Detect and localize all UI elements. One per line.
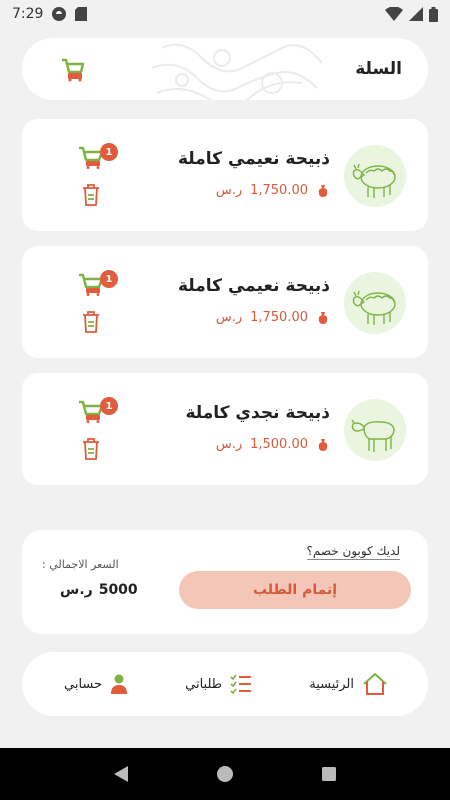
sd-card-icon (75, 7, 88, 21)
coupon-link[interactable]: لديك كوبون خصم؟ (306, 544, 400, 560)
nav-account-label: حسابي (64, 676, 103, 692)
page-title: السلة (355, 59, 402, 79)
item-price-row: ر.س 1,500.00 (216, 437, 330, 452)
total-price: ر.س 5000 (60, 582, 138, 598)
total-currency: ر.س (60, 582, 93, 598)
trash-icon[interactable] (80, 437, 102, 461)
home-system-button[interactable] (216, 765, 234, 783)
item-currency: ر.س (215, 310, 243, 325)
nav-home-label: الرئيسية (309, 676, 354, 692)
sheep-image (344, 145, 406, 207)
status-left: 7:29 (12, 6, 88, 22)
quantity-badge: 1 (100, 270, 118, 288)
home-icon (363, 673, 387, 695)
cart-icon[interactable] (60, 56, 86, 82)
item-name: ذبيحة نجدي كاملة (185, 403, 330, 423)
clock: 7:29 (12, 6, 44, 22)
battery-icon (429, 6, 438, 22)
money-bag-icon (318, 311, 328, 324)
recents-icon (321, 767, 336, 781)
user-icon (111, 674, 128, 694)
item-price-row: ر.س 1,750.00 (216, 310, 330, 325)
item-currency: ر.س (215, 437, 243, 452)
quantity-badge: 1 (100, 143, 118, 161)
cart-item: ذبيحة نعيمي كاملة ر.س 1,750.00 1 (22, 246, 428, 358)
item-name: ذبيحة نعيمي كاملة (177, 149, 330, 169)
cart-item: ذبيحة نجدي كاملة ر.س 1,500.00 1 (22, 373, 428, 485)
total-amount: 5000 (98, 582, 138, 598)
nav-orders[interactable]: طلباتي (185, 674, 252, 694)
system-navigation-bar (0, 748, 450, 800)
money-bag-icon (318, 184, 328, 197)
item-price-row: ر.س 1,750.00 (216, 183, 330, 198)
back-button[interactable] (113, 765, 129, 783)
item-price: 1,500.00 (250, 437, 308, 452)
nav-orders-label: طلباتي (185, 676, 223, 692)
status-right (385, 6, 438, 22)
wifi-icon (385, 7, 403, 21)
nav-home[interactable]: الرئيسية (309, 672, 388, 696)
item-price: 1,750.00 (250, 310, 308, 325)
bottom-navigation: الرئيسية طلباتي حسابي (22, 652, 428, 716)
cart-item: ذبيحة نعيمي كاملة ر.س 1,750.00 1 (22, 119, 428, 231)
sheep-image (344, 399, 406, 461)
signal-icon (409, 7, 423, 21)
app-notification-icon (52, 7, 67, 21)
money-bag-icon (318, 438, 328, 451)
sheep-image (344, 272, 406, 334)
trash-icon[interactable] (80, 183, 102, 207)
trash-icon[interactable] (80, 310, 102, 334)
back-icon (114, 766, 129, 782)
status-bar: 7:29 (0, 0, 450, 28)
orders-list-icon (230, 674, 252, 694)
cart-header: السلة (22, 38, 428, 100)
item-price: 1,750.00 (250, 183, 308, 198)
home-circle-icon (216, 766, 233, 782)
item-currency: ر.س (215, 183, 243, 198)
quantity-badge: 1 (100, 397, 118, 415)
item-name: ذبيحة نعيمي كاملة (177, 276, 330, 296)
nav-account[interactable]: حسابي (64, 673, 128, 695)
header-pattern (152, 43, 322, 100)
total-label: السعر الاجمالي : (42, 558, 119, 571)
recents-button[interactable] (321, 766, 337, 782)
checkout-button[interactable]: إتمام الطلب (179, 571, 411, 609)
order-summary: لديك كوبون خصم؟ إتمام الطلب السعر الاجما… (22, 530, 428, 634)
